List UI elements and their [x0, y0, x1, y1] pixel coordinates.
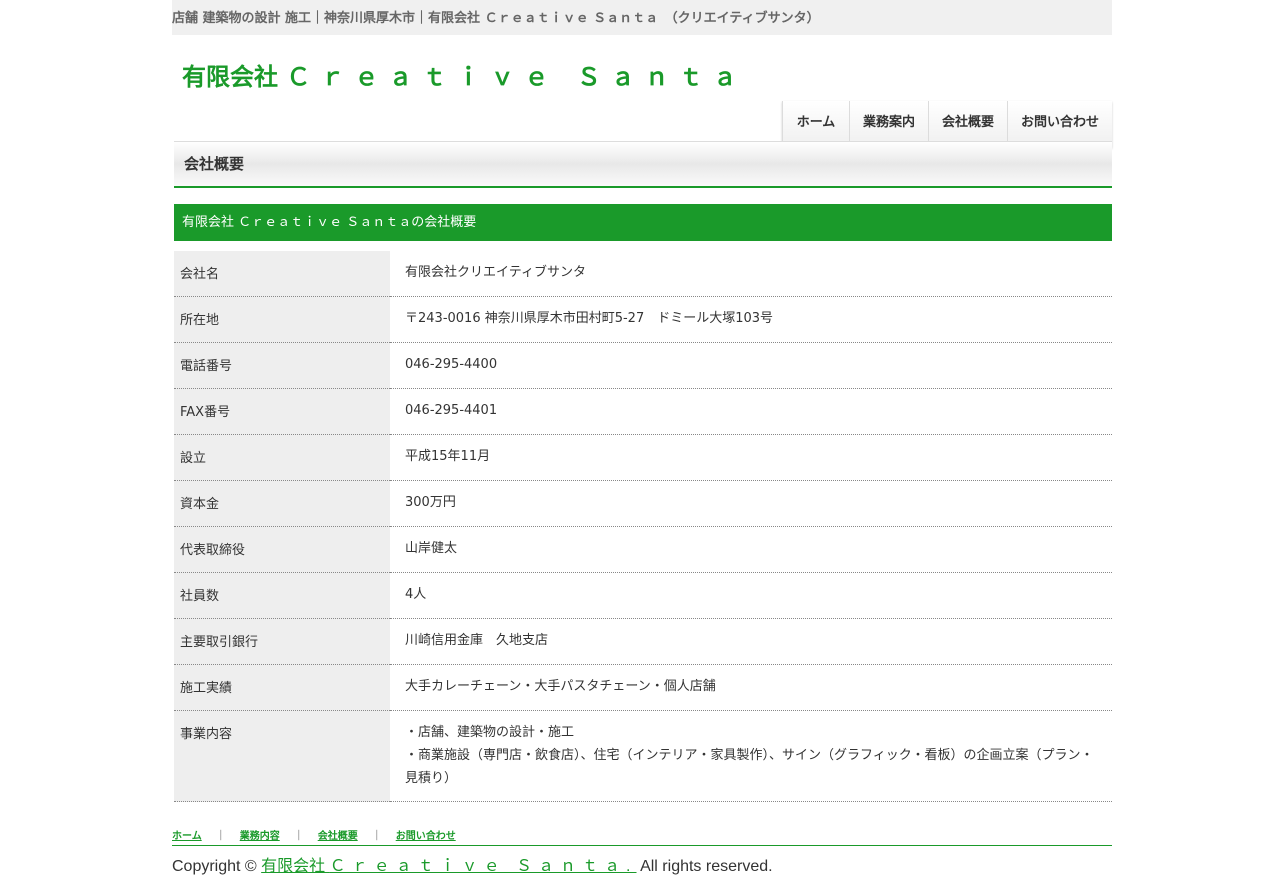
business-line-2: ・商業施設（専門店・飲食店）、住宅（インテリア・家具製作）、サイン（グラフィック… [405, 748, 1094, 786]
copyright: Copyright © 有限会社 Ｃｒｅａｔｉｖｅ Ｓａｎｔａ. All rig… [172, 858, 773, 875]
row-value: 山岸健太 [405, 541, 458, 556]
row-label: 所在地 [174, 296, 390, 343]
page-title-bar: 会社概要 [174, 141, 1112, 188]
header-tagline: 店舗 建築物の設計 施工｜神奈川県厚木市｜有限会社 Ｃｒｅａｔｉｖｅ Ｓａｎｔａ… [172, 0, 1112, 35]
footer-company-link[interactable]: 有限会社 Ｃｒｅａｔｉｖｅ Ｓａｎｔａ. [261, 858, 636, 875]
company-info-table: 会社名 有限会社クリエイティブサンタ 所在地 〒243-0016 神奈川県厚木市… [174, 251, 1112, 802]
row-value: 平成15年11月 [405, 449, 491, 464]
footer-link-company[interactable]: 会社概要 [318, 831, 358, 842]
row-value: 有限会社クリエイティブサンタ [405, 265, 586, 280]
table-row: 代表取締役 山岸健太 [174, 526, 1112, 573]
business-line-1: ・店舗、建築物の設計・施工 [405, 725, 575, 740]
table-row: FAX番号 046-295-4401 [174, 388, 1112, 435]
row-label: 事業内容 [174, 710, 390, 802]
table-row: 資本金 300万円 [174, 480, 1112, 527]
table-row: 電話番号 046-295-4400 [174, 342, 1112, 389]
page-wrapper: 店舗 建築物の設計 施工｜神奈川県厚木市｜有限会社 Ｃｒｅａｔｉｖｅ Ｓａｎｔａ… [172, 0, 1112, 875]
row-value: 〒243-0016 神奈川県厚木市田村町5-27 ドミール大塚103号 [405, 311, 774, 326]
logo-prefix: 有限会社 [182, 63, 287, 91]
footer-link-home[interactable]: ホーム [172, 831, 202, 842]
row-label: 会社名 [174, 251, 390, 297]
table-row: 社員数 4人 [174, 572, 1112, 619]
row-label: FAX番号 [174, 388, 390, 435]
table-row: 設立 平成15年11月 [174, 434, 1112, 481]
row-label: 代表取締役 [174, 526, 390, 573]
row-label: 電話番号 [174, 342, 390, 389]
footer-divider [172, 845, 1112, 846]
footer-link-services[interactable]: 業務内容 [240, 831, 280, 842]
row-label: 社員数 [174, 572, 390, 619]
site-logo[interactable]: 有限会社 Ｃｒｅａｔｉｖｅ Ｓａｎｔａ [182, 57, 747, 92]
table-row: 主要取引銀行 川崎信用金庫 久地支店 [174, 618, 1112, 665]
row-label: 資本金 [174, 480, 390, 527]
row-value: 4人 [405, 587, 427, 602]
row-value: 046-295-4401 [405, 403, 498, 418]
row-value: 川崎信用金庫 久地支店 [405, 633, 549, 648]
section-heading: 有限会社 Ｃｒｅａｔｉｖｅ Ｓａｎｔａの会社概要 [174, 204, 1112, 241]
footer-link-contact[interactable]: お問い合わせ [396, 831, 456, 842]
table-row: 所在地 〒243-0016 神奈川県厚木市田村町5-27 ドミール大塚103号 [174, 296, 1112, 343]
site-header: 有限会社 Ｃｒｅａｔｉｖｅ Ｓａｎｔａ ホーム 業務案内 会社概要 お問い合わせ [172, 35, 1112, 148]
row-value: 046-295-4400 [405, 357, 498, 372]
page-title: 会社概要 [184, 155, 245, 173]
row-value: 大手カレーチェーン・大手パスタチェーン・個人店舗 [405, 679, 716, 694]
row-value: 300万円 [405, 495, 456, 510]
row-label: 設立 [174, 434, 390, 481]
footer-nav: ホーム｜業務内容｜会社概要｜お問い合わせ [172, 831, 456, 842]
table-row: 会社名 有限会社クリエイティブサンタ [174, 251, 1112, 297]
logo-name: Ｃｒｅａｔｉｖｅ Ｓａｎｔａ [286, 63, 747, 91]
table-row: 施工実績 大手カレーチェーン・大手パスタチェーン・個人店舗 [174, 664, 1112, 711]
row-value: ・店舗、建築物の設計・施工 ・商業施設（専門店・飲食店）、住宅（インテリア・家具… [390, 711, 1112, 802]
row-label: 施工実績 [174, 664, 390, 711]
row-label: 主要取引銀行 [174, 618, 390, 665]
table-row: 事業内容 ・店舗、建築物の設計・施工 ・商業施設（専門店・飲食店）、住宅（インテ… [174, 710, 1112, 802]
